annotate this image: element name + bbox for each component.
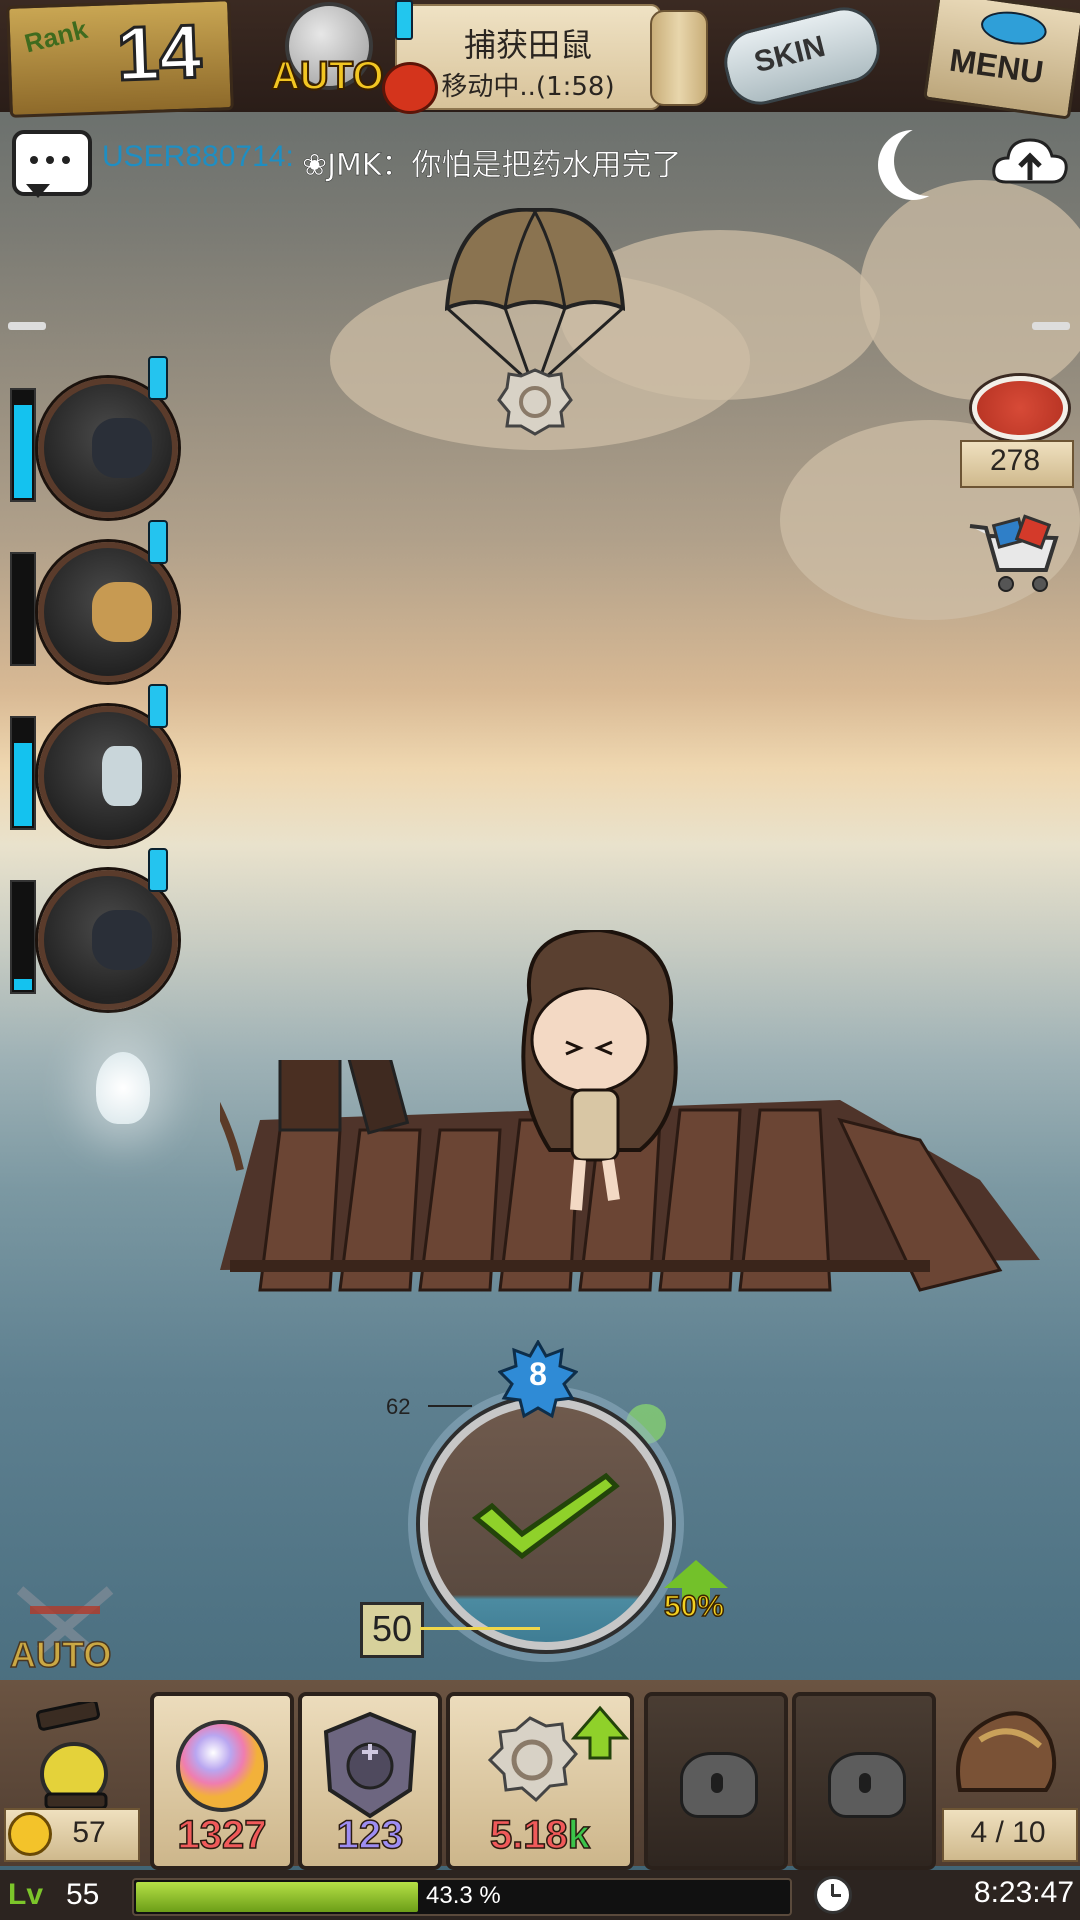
side-indicator bbox=[8, 322, 46, 330]
item-count: 5.18k bbox=[450, 1812, 630, 1858]
lantern-icon[interactable] bbox=[18, 1702, 118, 1812]
level-label: Lv bbox=[8, 1878, 44, 1911]
item-count: 1327 bbox=[177, 1812, 267, 1858]
moon-icon[interactable] bbox=[894, 126, 964, 196]
item-count: 123 bbox=[336, 1812, 404, 1858]
hp-bar bbox=[10, 552, 36, 666]
auto-quest-label: AUTO bbox=[270, 53, 385, 99]
xp-fill bbox=[136, 1882, 418, 1912]
alert-icon bbox=[148, 848, 168, 892]
check-icon bbox=[471, 1472, 620, 1560]
quest-alert-icon bbox=[395, 0, 413, 40]
parachute-supply-icon[interactable] bbox=[445, 208, 625, 448]
octopus-icon bbox=[382, 62, 438, 114]
alert-icon bbox=[148, 684, 168, 728]
chat-username[interactable]: USER880714: bbox=[102, 140, 294, 174]
light-bulb-icon bbox=[96, 1052, 150, 1124]
backpack-icon[interactable] bbox=[950, 1700, 1060, 1800]
skull-shield-icon bbox=[323, 1711, 417, 1819]
player-level: 55 bbox=[66, 1878, 100, 1911]
hp-fill bbox=[14, 743, 32, 826]
fish-icon bbox=[978, 7, 1049, 49]
hp-bar bbox=[10, 880, 36, 994]
rank-plate[interactable]: Rank 14 bbox=[6, 0, 234, 118]
cloud bbox=[860, 180, 1080, 400]
party-slot-2[interactable] bbox=[10, 520, 178, 682]
scroll-icon[interactable] bbox=[650, 10, 708, 106]
item-slot-shield[interactable]: 123 bbox=[298, 1692, 442, 1870]
hp-bar bbox=[10, 388, 36, 502]
item-count-value: 5.18k bbox=[489, 1812, 591, 1858]
party-slot-3[interactable] bbox=[10, 684, 178, 846]
rank-label: Rank bbox=[21, 13, 91, 59]
coin-count: 57 bbox=[72, 1816, 106, 1849]
party-slot-4[interactable] bbox=[10, 848, 178, 1010]
rank-value: 14 bbox=[114, 8, 204, 99]
menu-label: MENU bbox=[947, 41, 1046, 91]
item-slot-locked[interactable] bbox=[792, 1692, 936, 1870]
item-count-number: 5.18 bbox=[489, 1812, 568, 1858]
dial-lower-line bbox=[420, 1627, 540, 1630]
bonus-percent: 50% bbox=[663, 1589, 725, 1624]
item-count-suffix: k bbox=[567, 1812, 591, 1858]
side-indicator bbox=[1032, 322, 1070, 330]
skin-button[interactable]: SKIN bbox=[717, 0, 887, 112]
shop-cart-icon[interactable] bbox=[966, 512, 1062, 594]
menu-button[interactable]: MENU bbox=[923, 0, 1080, 120]
item-slot-locked[interactable] bbox=[644, 1692, 788, 1870]
rainbow-orb-icon bbox=[176, 1720, 268, 1812]
alert-icon bbox=[148, 356, 168, 400]
cloud-upload-icon[interactable] bbox=[990, 132, 1070, 188]
dial-upper-mark: 62 bbox=[386, 1394, 411, 1419]
meat-count: 278 bbox=[989, 444, 1041, 477]
xp-percent: 43.3 % bbox=[426, 1882, 501, 1909]
item-slot-shell[interactable]: 5.18k bbox=[446, 1692, 634, 1870]
chat-message: ❀JMK：你怕是把药水用完了 bbox=[302, 148, 682, 183]
clock-time: 8:23:47 bbox=[973, 1876, 1074, 1909]
player-character[interactable] bbox=[490, 930, 700, 1220]
dial-level: 8 bbox=[529, 1356, 547, 1392]
chat-bubble-tail bbox=[26, 184, 50, 198]
clock-icon bbox=[814, 1876, 852, 1914]
hp-fill bbox=[14, 979, 32, 990]
hp-fill bbox=[14, 405, 32, 498]
dial-upper-line bbox=[428, 1405, 472, 1407]
alert-icon bbox=[148, 520, 168, 564]
quest-title: 捕获田鼠 bbox=[463, 26, 592, 64]
auto-battle-label[interactable]: AUTO bbox=[9, 1633, 112, 1676]
spiral-shell-icon bbox=[487, 1705, 630, 1803]
chat-bubble-icon[interactable] bbox=[12, 130, 92, 196]
hp-bar bbox=[10, 716, 36, 830]
lock-icon bbox=[828, 1752, 906, 1818]
party-slot-1[interactable] bbox=[10, 356, 178, 518]
bag-capacity: 4 / 10 bbox=[970, 1816, 1046, 1849]
auto-quest-button[interactable]: AUTO bbox=[255, 2, 395, 102]
dial-lower-mark: 50 bbox=[371, 1608, 413, 1649]
lock-icon bbox=[680, 1752, 758, 1818]
up-arrow-icon bbox=[664, 1560, 728, 1588]
meat-icon bbox=[972, 376, 1068, 440]
item-slot-orb[interactable]: 1327 bbox=[150, 1692, 294, 1870]
